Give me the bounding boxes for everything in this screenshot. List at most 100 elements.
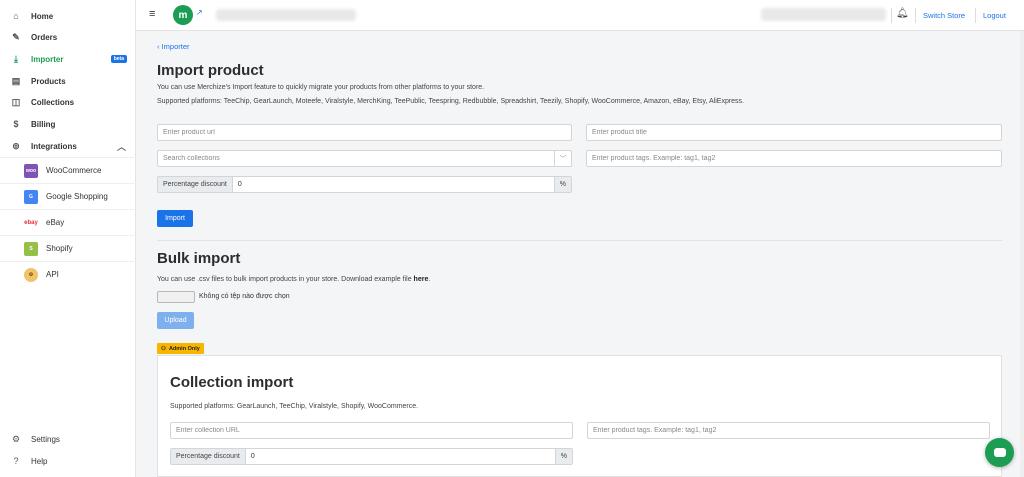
collection-discount-input[interactable]: 0 [246, 449, 555, 464]
chevron-up-icon: ︿ [116, 141, 126, 152]
chevron-down-icon[interactable]: ﹀ [554, 151, 571, 166]
sidebar-item-home[interactable]: ⌂ Home [0, 6, 136, 26]
back-link-label: Importer [161, 42, 190, 51]
sidebar-subitem-woocommerce[interactable]: woo WooCommerce [0, 157, 136, 183]
product-url-field[interactable] [157, 124, 572, 141]
sidebar-item-settings[interactable]: ⚙ Settings [0, 429, 136, 449]
google-shopping-icon: G [24, 189, 38, 204]
sidebar-subitem-shopify[interactable]: S Shopify [0, 235, 136, 261]
sidebar-item-integrations[interactable]: ⊚ Integrations ︿ [0, 136, 136, 156]
sidebar-item-label: Home [31, 11, 54, 21]
switch-store-link[interactable]: Switch Store [923, 11, 965, 20]
bell-icon[interactable]: 🔔︎ [896, 8, 909, 19]
choose-file-button[interactable] [157, 291, 195, 303]
user-icon: ⚇ [161, 345, 166, 352]
back-to-importer-link[interactable]: ‹ Importer [157, 42, 190, 51]
divider [891, 8, 892, 23]
dollar-icon: $ [13, 119, 19, 129]
sidebar-item-help[interactable]: ? Help [0, 451, 136, 471]
sidebar-subitem-google-shopping[interactable]: G Google Shopping [0, 183, 136, 209]
download-icon: ⤓ [14, 53, 18, 64]
sidebar-subitem-label: Shopify [46, 244, 73, 253]
chat-icon [993, 448, 1006, 457]
plug-icon: ⊚ [12, 140, 20, 151]
shopify-icon: S [24, 241, 38, 256]
sidebar-item-importer[interactable]: ⤓ Importer beta [0, 49, 136, 69]
collection-url-field[interactable] [170, 422, 573, 439]
bulk-import-desc-period: . [428, 276, 431, 283]
sidebar-item-label: Billing [31, 119, 56, 129]
sidebar-item-label: Collections [31, 97, 75, 107]
file-status: Không có tệp nào được chọn [199, 293, 290, 300]
sidebar-subitem-api[interactable]: ⚙ API [0, 261, 136, 287]
sidebar: ⌂ Home ✎ Orders ⤓ Importer beta ▤ Produc… [0, 0, 136, 477]
collection-import-title: Collection import [170, 374, 294, 391]
product-title-input[interactable] [592, 129, 1001, 136]
upload-button[interactable]: Upload [157, 312, 194, 329]
api-icon: ⚙ [24, 267, 38, 282]
sidebar-item-collections[interactable]: ◫ Collections [0, 92, 136, 112]
percent-addon: % [554, 449, 572, 464]
logout-link[interactable]: Logout [983, 11, 1006, 20]
menu-icon[interactable]: ≡ [149, 8, 155, 20]
admin-only-badge: ⚇ Admin Only [157, 343, 204, 354]
scrollbar[interactable] [1020, 31, 1024, 477]
external-link-icon[interactable]: ↗ [196, 8, 203, 17]
collection-tags-field[interactable] [587, 422, 990, 439]
page-title: Import product [157, 62, 264, 79]
discount-input[interactable]: 0 [233, 177, 554, 192]
box-icon: ▤ [11, 75, 21, 86]
sidebar-item-label: Settings [31, 434, 60, 444]
collections-search-input[interactable] [163, 155, 571, 162]
sidebar-item-label: Products [31, 76, 66, 86]
sidebar-item-billing[interactable]: $ Billing [0, 114, 136, 134]
edit-icon: ✎ [12, 31, 20, 42]
discount-label: Percentage discount [158, 177, 233, 192]
download-example-link[interactable]: here [414, 276, 429, 283]
layers-icon: ◫ [11, 96, 21, 107]
sidebar-subitem-label: Google Shopping [46, 192, 108, 201]
product-tags-input[interactable] [592, 155, 1001, 162]
ebay-icon: ebay [24, 219, 38, 226]
store-name-redacted [216, 9, 356, 21]
product-url-input[interactable] [163, 129, 571, 136]
sidebar-subitem-ebay[interactable]: ebay eBay [0, 209, 136, 235]
sidebar-subitem-label: eBay [46, 218, 65, 227]
divider [975, 8, 976, 23]
topbar: ≡ m ↗ 🔔︎ Switch Store Logout [136, 0, 1024, 31]
divider [915, 8, 916, 23]
sidebar-item-label: Orders [31, 32, 58, 42]
user-info-redacted [761, 8, 886, 21]
help-icon: ? [13, 456, 19, 466]
collection-import-description: Supported platforms: GearLaunch, TeeChip… [170, 403, 419, 410]
sidebar-item-label: Help [31, 456, 48, 466]
collection-discount-label: Percentage discount [171, 449, 246, 464]
sidebar-item-products[interactable]: ▤ Products [0, 71, 136, 91]
woocommerce-icon: woo [24, 163, 38, 178]
supported-platforms: Supported platforms: TeeChip, GearLaunch… [157, 98, 745, 105]
percent-addon: % [553, 177, 571, 192]
collections-select[interactable]: ﹀ [157, 150, 572, 167]
gear-icon: ⚙ [11, 433, 21, 444]
import-description: You can use Merchize's Import feature to… [157, 84, 485, 91]
chat-button[interactable] [985, 438, 1014, 467]
collection-tags-input[interactable] [593, 427, 989, 434]
product-title-field[interactable] [586, 124, 1002, 141]
sidebar-item-label: Integrations [31, 141, 77, 151]
bulk-import-description: You can use .csv files to bulk import pr… [157, 276, 430, 283]
collection-url-input[interactable] [176, 427, 572, 434]
home-icon: ⌂ [13, 11, 19, 21]
discount-input-group: Percentage discount 0 % [157, 176, 572, 193]
sidebar-subitem-label: WooCommerce [46, 166, 102, 175]
product-tags-field[interactable] [586, 150, 1002, 167]
bulk-import-desc-text: You can use .csv files to bulk import pr… [157, 276, 412, 283]
bulk-import-title: Bulk import [157, 250, 241, 267]
sidebar-item-label: Importer [31, 54, 64, 64]
brand-logo[interactable]: m [173, 5, 193, 25]
sidebar-item-orders[interactable]: ✎ Orders [0, 27, 136, 47]
collection-import-card: Collection import Supported platforms: G… [157, 355, 1002, 477]
sidebar-subitem-label: API [46, 270, 59, 279]
section-divider [157, 240, 1002, 241]
import-button[interactable]: Import [157, 210, 193, 227]
beta-badge: beta [110, 55, 127, 63]
